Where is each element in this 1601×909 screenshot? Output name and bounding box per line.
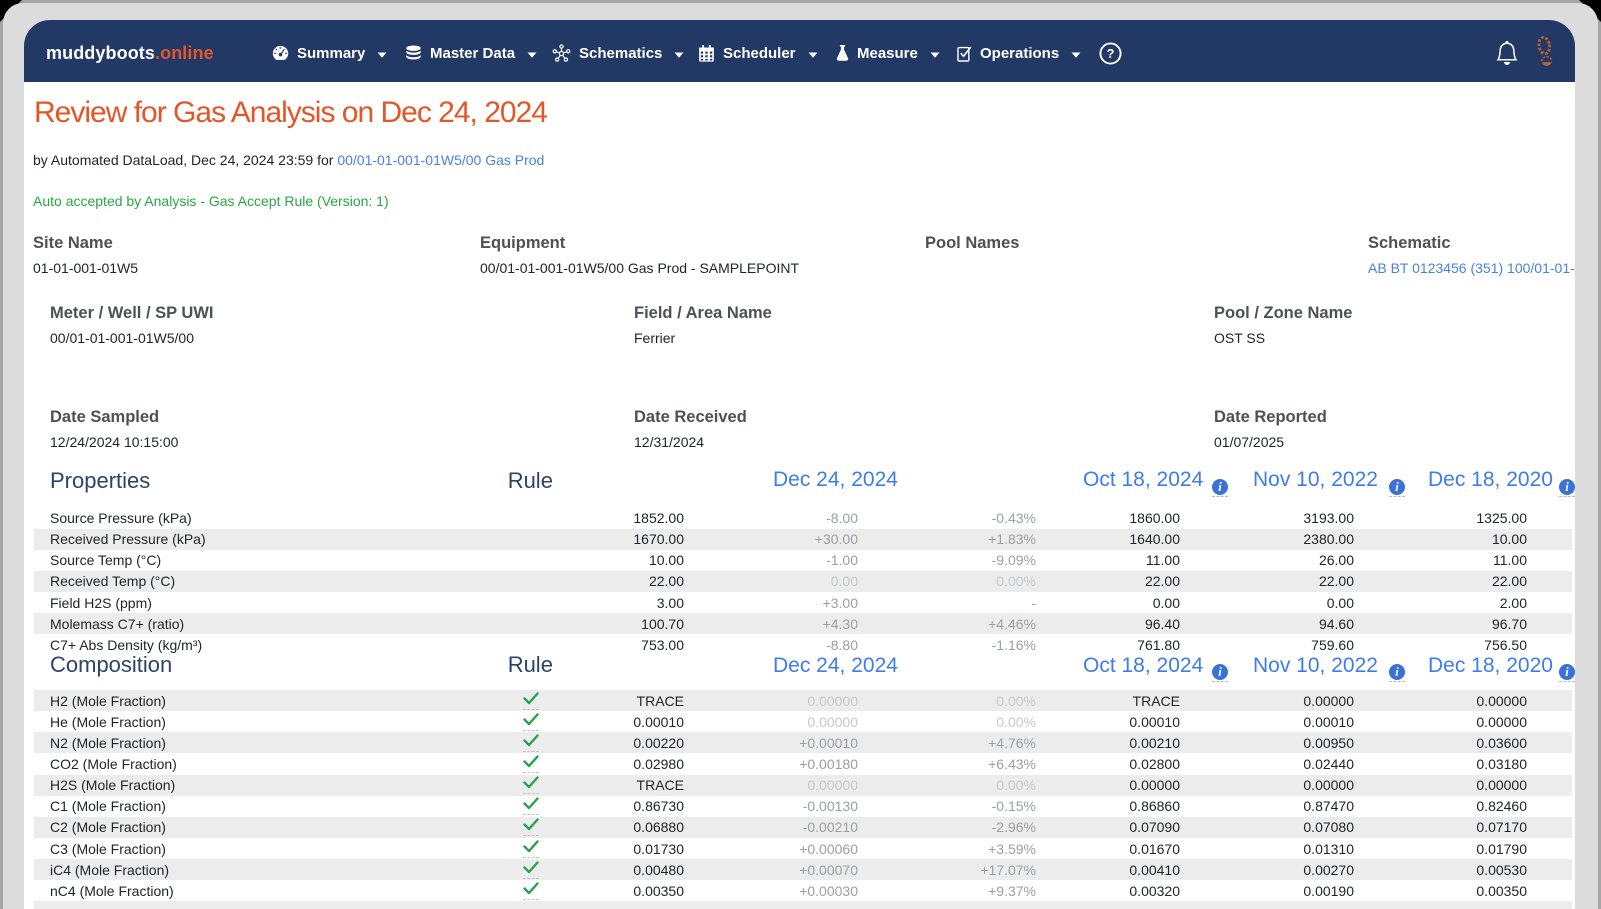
svg-text:?: ?: [1107, 45, 1115, 60]
